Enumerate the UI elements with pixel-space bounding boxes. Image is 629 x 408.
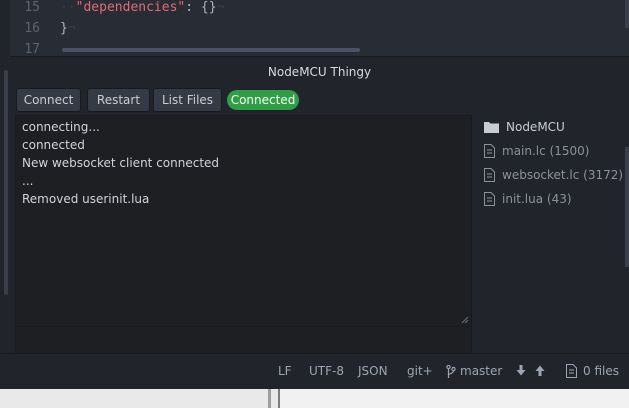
line-ending-indicator[interactable]: LF <box>278 364 292 378</box>
git-indicator[interactable]: git+ <box>407 364 433 378</box>
atom-window: 15 16 17 ··"dependencies": {}¬ }¬ NodeMC… <box>0 0 629 389</box>
editor-vertical-scrollbar[interactable] <box>625 0 629 28</box>
branch-name: master <box>460 364 503 378</box>
resize-grip-icon[interactable] <box>461 316 469 324</box>
file-tree: NodeMCU main.lc (1500) websocket.lc (317… <box>480 115 629 265</box>
tree-root-nodemcu[interactable]: NodeMCU <box>484 117 565 137</box>
panel-title: NodeMCU Thingy <box>267 65 372 79</box>
line-number: 17 <box>24 42 40 56</box>
encoding-indicator[interactable]: UTF-8 <box>309 364 344 378</box>
nodemcu-panel: NodeMCU Thingy Connect Restart List File… <box>10 56 629 354</box>
tree-file-label: websocket.lc (3172) <box>502 168 624 182</box>
connection-status-badge: Connected <box>227 90 299 110</box>
arrow-up-icon[interactable] <box>535 365 545 376</box>
line-number: 16 <box>24 21 40 36</box>
arrow-down-icon[interactable] <box>516 365 526 376</box>
status-bar: LF UTF-8 JSON git+ master 0 files <box>0 353 629 389</box>
file-icon <box>484 192 495 206</box>
file-count-label: 0 files <box>583 364 619 378</box>
json-key: "dependencies" <box>75 0 186 15</box>
code-text: } <box>60 21 68 36</box>
code-editor[interactable]: 15 16 17 ··"dependencies": {}¬ }¬ <box>10 0 629 56</box>
code-line: }¬ <box>60 21 76 36</box>
file-count-indicator[interactable]: 0 files <box>566 364 619 378</box>
list-files-button[interactable]: List Files <box>153 88 222 112</box>
desktop-background <box>280 389 629 408</box>
tree-file[interactable]: websocket.lc (3172) <box>484 165 623 185</box>
console-input[interactable] <box>15 327 472 354</box>
line-number-gutter: 15 16 17 <box>10 0 48 56</box>
console-output[interactable]: connecting... connected New websocket cl… <box>15 115 472 327</box>
line-number: 15 <box>24 0 40 15</box>
json-value: : {} <box>185 0 217 15</box>
console-line: connected <box>22 138 85 152</box>
folder-icon <box>484 122 499 133</box>
restart-button[interactable]: Restart <box>87 88 150 112</box>
tree-root-label: NodeMCU <box>506 120 565 134</box>
fetch-controls <box>516 365 545 376</box>
editor-horizontal-scrollbar[interactable] <box>62 48 360 52</box>
console-line: ... <box>22 174 34 188</box>
grammar-indicator[interactable]: JSON <box>358 364 388 378</box>
tree-file-label: init.lua (43) <box>502 192 572 206</box>
git-branch-icon <box>446 364 456 378</box>
document-icon <box>566 364 577 378</box>
console-line: New websocket client connected <box>22 156 220 170</box>
console-line: connecting... <box>22 120 100 134</box>
panel-vertical-scrollbar[interactable] <box>625 147 629 267</box>
branch-indicator[interactable]: master <box>446 364 502 378</box>
tree-file[interactable]: main.lc (1500) <box>484 141 589 161</box>
desktop-divider <box>268 389 271 408</box>
connect-button[interactable]: Connect <box>16 88 81 112</box>
file-icon <box>484 144 495 158</box>
left-dock-scrollbar[interactable] <box>4 70 8 295</box>
tree-file[interactable]: init.lua (43) <box>484 189 572 209</box>
file-icon <box>484 168 495 182</box>
tree-file-label: main.lc (1500) <box>502 144 590 158</box>
code-line: ··"dependencies": {}¬ <box>60 0 225 15</box>
console-line: Removed userinit.lua <box>22 192 150 206</box>
